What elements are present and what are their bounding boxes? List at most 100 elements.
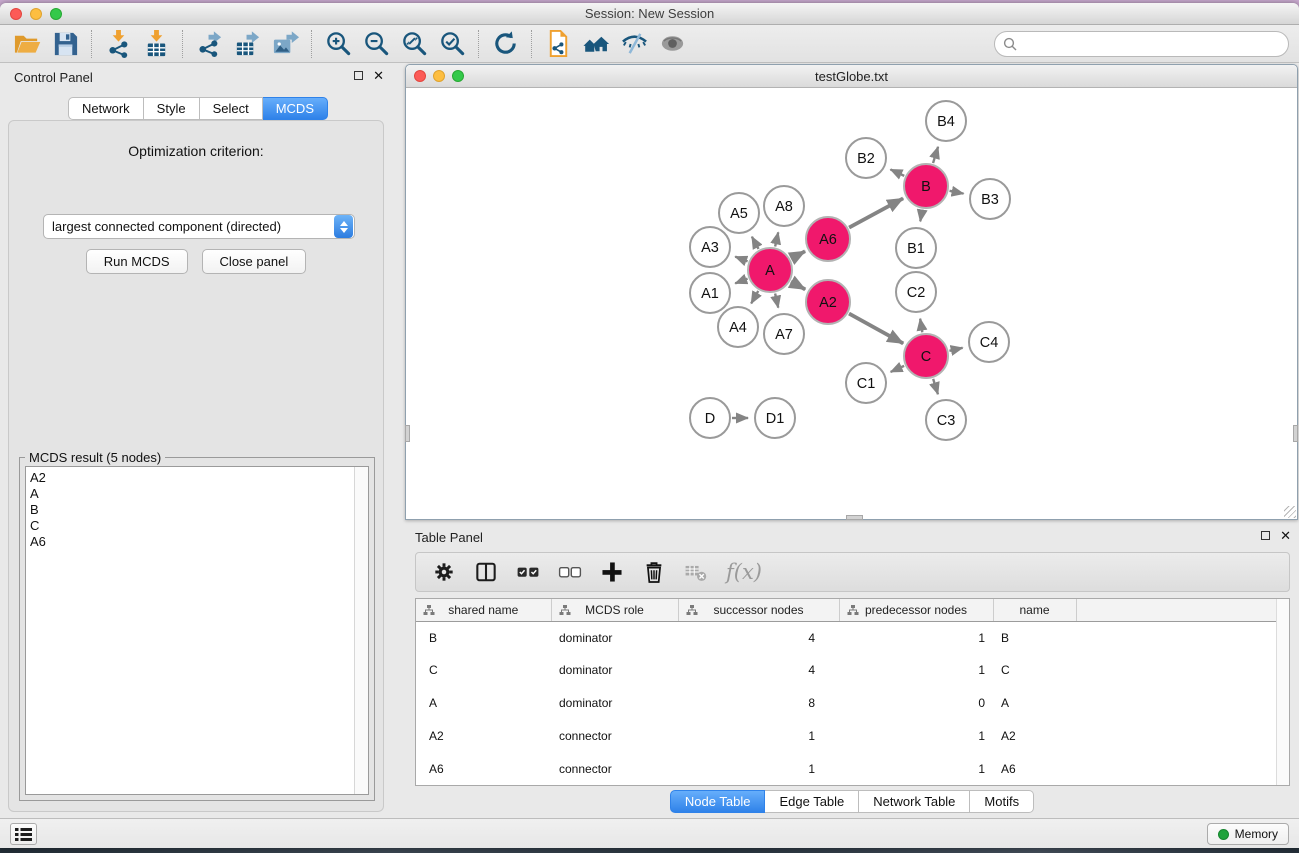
graph-edge-A-A5[interactable] — [752, 237, 759, 249]
mcds-result-item[interactable]: A — [30, 486, 354, 502]
export-table-button[interactable] — [228, 28, 266, 60]
graph-node-D1[interactable]: D1 — [755, 398, 795, 438]
network-canvas[interactable]: B4B2BB3A5A8A6A3B1AC2A1A2A4A7C4CC1DD1C3 — [406, 88, 1297, 519]
frame-resize-handle[interactable] — [1284, 506, 1296, 518]
network-canvas-svg[interactable]: B4B2BB3A5A8A6A3B1AC2A1A2A4A7C4CC1DD1C3 — [406, 88, 1297, 519]
network-window-titlebar[interactable]: testGlobe.txt — [406, 65, 1297, 88]
create-column-button[interactable] — [594, 555, 630, 589]
table-row[interactable]: Cdominator41C — [416, 654, 1276, 687]
import-network-button[interactable] — [99, 28, 137, 60]
graph-edge-A-A4[interactable] — [751, 291, 758, 304]
select-all-rows-button[interactable] — [510, 555, 546, 589]
graph-node-A8[interactable]: A8 — [764, 186, 804, 226]
mcds-result-item[interactable]: C — [30, 518, 354, 534]
graph-node-A7[interactable]: A7 — [764, 314, 804, 354]
graph-node-C3[interactable]: C3 — [926, 400, 966, 440]
import-table-button[interactable] — [137, 28, 175, 60]
graph-edge-B-B4[interactable] — [933, 147, 938, 163]
graph-edge-C-C2[interactable] — [920, 319, 922, 333]
float-panel-icon[interactable] — [354, 71, 363, 80]
frame-grip-right[interactable] — [1293, 425, 1298, 442]
close-panel-button[interactable]: Close panel — [202, 249, 307, 274]
graph-node-B1[interactable]: B1 — [896, 228, 936, 268]
graph-edge-B-B2[interactable] — [890, 169, 904, 175]
task-history-button[interactable] — [10, 823, 37, 845]
frame-grip-bottom[interactable] — [846, 515, 863, 520]
zoom-fit-button[interactable] — [395, 28, 433, 60]
criterion-dropdown[interactable]: largest connected component (directed) — [43, 214, 355, 239]
graph-edge-B-B3[interactable] — [950, 191, 964, 194]
table-row[interactable]: A6connector11A6 — [416, 752, 1276, 785]
frame-grip-left[interactable] — [405, 425, 410, 442]
graph-node-A4[interactable]: A4 — [718, 307, 758, 347]
graph-node-D[interactable]: D — [690, 398, 730, 438]
search-input[interactable] — [1017, 34, 1288, 54]
window-titlebar[interactable]: Session: New Session — [0, 3, 1299, 25]
tab-network[interactable]: Network — [68, 97, 144, 120]
column-header-successor-nodes[interactable]: successor nodes — [678, 599, 839, 621]
graph-edge-A2-C[interactable] — [849, 314, 903, 344]
graph-edge-A-A2[interactable] — [791, 282, 805, 290]
tab-motifs[interactable]: Motifs — [970, 790, 1034, 813]
hide-panels-button[interactable] — [615, 28, 653, 60]
run-mcds-button[interactable]: Run MCDS — [86, 249, 188, 274]
graph-edge-C-C4[interactable] — [949, 348, 962, 351]
graph-node-C4[interactable]: C4 — [969, 322, 1009, 362]
graph-node-C[interactable]: C — [904, 334, 948, 378]
save-session-button[interactable] — [46, 28, 84, 60]
graph-node-B3[interactable]: B3 — [970, 179, 1010, 219]
deselect-all-rows-button[interactable] — [552, 555, 588, 589]
toggle-columns-button[interactable] — [468, 555, 504, 589]
tab-node-table[interactable]: Node Table — [670, 790, 766, 813]
table-settings-button[interactable] — [426, 555, 462, 589]
zoom-out-button[interactable] — [357, 28, 395, 60]
graph-edge-A-A6[interactable] — [791, 251, 805, 258]
show-eye-button[interactable] — [653, 28, 691, 60]
tab-edge-table[interactable]: Edge Table — [765, 790, 859, 813]
delete-column-button[interactable] — [636, 555, 672, 589]
memory-button[interactable]: Memory — [1207, 823, 1289, 845]
graph-node-A5[interactable]: A5 — [719, 193, 759, 233]
table-scrollbar[interactable] — [1276, 599, 1289, 785]
table-row[interactable]: Adominator80A — [416, 687, 1276, 720]
result-list-scrollbar[interactable] — [354, 467, 368, 794]
graph-node-B2[interactable]: B2 — [846, 138, 886, 178]
graph-edge-B-B1[interactable] — [920, 210, 922, 222]
mcds-result-item[interactable]: B — [30, 502, 354, 518]
graph-edge-A-A3[interactable] — [735, 257, 747, 262]
close-panel-icon[interactable]: ✕ — [373, 70, 384, 81]
graph-edge-C-C1[interactable] — [891, 366, 904, 372]
graph-node-A[interactable]: A — [748, 248, 792, 292]
graph-edge-A-A7[interactable] — [775, 293, 778, 307]
graph-node-B[interactable]: B — [904, 164, 948, 208]
mcds-result-item[interactable]: A6 — [30, 534, 354, 550]
graph-edge-A-A8[interactable] — [775, 232, 778, 246]
column-header-shared-name[interactable]: shared name — [416, 599, 551, 621]
graph-edge-A6-B[interactable] — [849, 198, 903, 227]
apply-layout-button[interactable] — [486, 28, 524, 60]
graph-edge-A-A1[interactable] — [735, 279, 747, 284]
table-row[interactable]: Bdominator41B — [416, 621, 1276, 654]
export-network-button[interactable] — [190, 28, 228, 60]
graph-edge-C-C3[interactable] — [933, 379, 938, 394]
show-all-networks-button[interactable] — [577, 28, 615, 60]
tab-style[interactable]: Style — [144, 97, 200, 120]
table-row[interactable]: A2connector11A2 — [416, 719, 1276, 752]
column-header-name[interactable]: name — [993, 599, 1076, 621]
graph-node-A1[interactable]: A1 — [690, 273, 730, 313]
graph-node-A2[interactable]: A2 — [806, 280, 850, 324]
zoom-in-button[interactable] — [319, 28, 357, 60]
mcds-result-item[interactable]: A2 — [30, 470, 354, 486]
graph-node-A6[interactable]: A6 — [806, 217, 850, 261]
graph-node-C2[interactable]: C2 — [896, 272, 936, 312]
close-table-panel-icon[interactable]: ✕ — [1280, 530, 1291, 541]
new-network-button[interactable] — [539, 28, 577, 60]
search-box[interactable] — [994, 31, 1289, 57]
tab-network-table[interactable]: Network Table — [859, 790, 970, 813]
column-header-predecessor-nodes[interactable]: predecessor nodes — [839, 599, 993, 621]
graph-node-A3[interactable]: A3 — [690, 227, 730, 267]
column-header-mcds-role[interactable]: MCDS role — [551, 599, 678, 621]
tab-select[interactable]: Select — [200, 97, 263, 120]
open-session-button[interactable] — [8, 28, 46, 60]
export-image-button[interactable] — [266, 28, 304, 60]
